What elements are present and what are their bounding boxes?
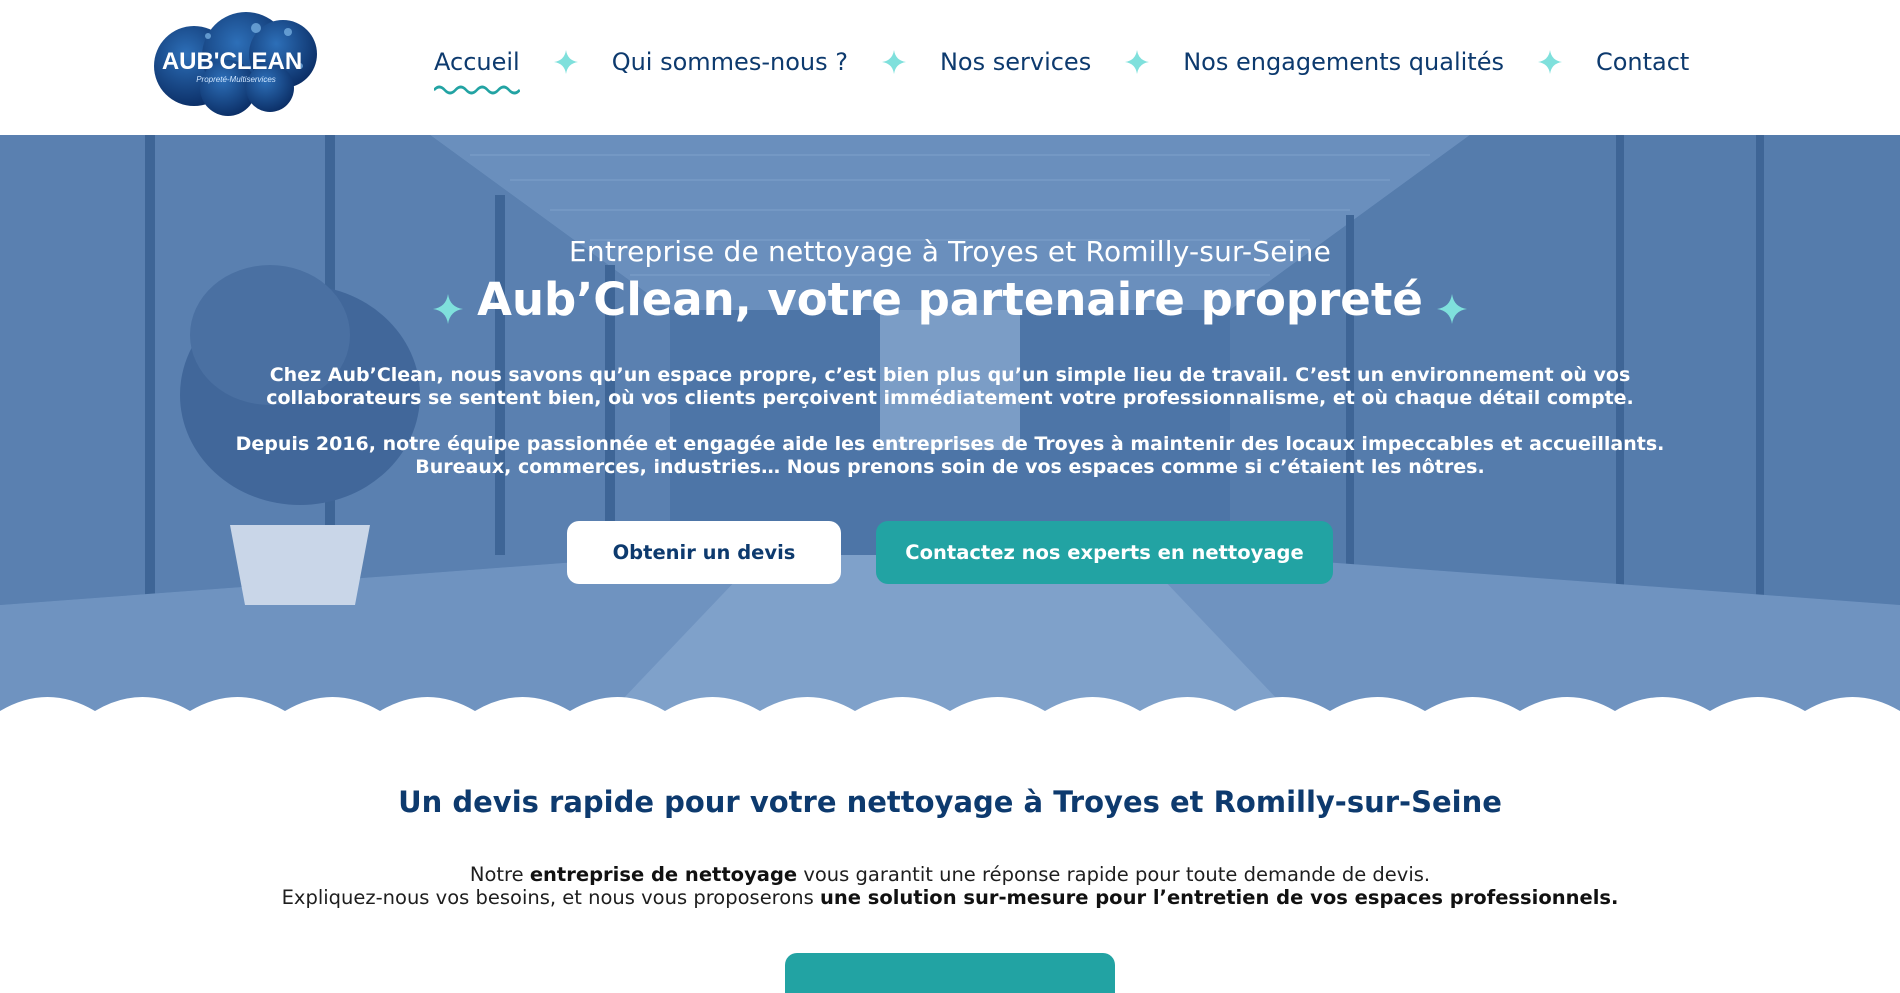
logo-bubbles-icon: AUB'CLEAN Propreté-Multiservices: [154, 12, 317, 116]
quote-text-line-1: Notre entreprise de nettoyage vous garan…: [0, 863, 1900, 886]
nav-item-label: Accueil: [434, 48, 520, 76]
nav-item-label: Nos engagements qualités: [1183, 48, 1504, 76]
quote-section-title: Un devis rapide pour votre nettoyage à T…: [398, 785, 1502, 819]
sparkle-icon: [881, 50, 906, 74]
active-wave-icon: [434, 85, 520, 95]
contact-experts-button[interactable]: Contactez nos experts en nettoyage: [876, 521, 1333, 584]
text-segment: Expliquez-nous vos besoins, et nous vous…: [281, 886, 820, 909]
hero-intro-paragraph: Chez Aub’Clean, nous savons qu’un espace…: [0, 364, 1900, 410]
svg-text:Propreté-Multiservices: Propreté-Multiservices: [196, 75, 276, 84]
nav-item-label: Qui sommes-nous ?: [611, 48, 848, 76]
sparkle-icon: [433, 293, 464, 324]
sparkle-icon: [1125, 50, 1150, 74]
main-nav: Accueil Qui sommes-nous ? Nos services N…: [434, 48, 1689, 95]
nav-item-label: Contact: [1595, 48, 1690, 76]
sparkle-icon: [1436, 293, 1467, 324]
text-emphasis: entreprise de nettoyage: [529, 863, 798, 886]
nav-item-contact[interactable]: Contact: [1596, 48, 1689, 76]
sparkle-icon: [553, 50, 578, 74]
text-emphasis: une solution sur-mesure pour l’entretien…: [819, 886, 1619, 909]
nav-item-label: Nos services: [939, 48, 1092, 76]
quote-cta-button[interactable]: [785, 953, 1115, 993]
hero-history-paragraph: Depuis 2016, notre équipe passionnée et …: [0, 433, 1900, 479]
hero-section: Entreprise de nettoyage à Troyes et Romi…: [0, 135, 1900, 723]
aubclean-logo[interactable]: AUB'CLEAN Propreté-Multiservices: [148, 6, 320, 118]
text-segment: Notre: [469, 863, 530, 886]
hero-wave-divider: [0, 697, 1900, 723]
office-hallway-background-image: [0, 135, 1900, 723]
quote-text-line-2: Expliquez-nous vos besoins, et nous vous…: [0, 886, 1900, 909]
nav-item-nos-services[interactable]: Nos services: [940, 48, 1091, 76]
site-header: AUB'CLEAN Propreté-Multiservices Accueil…: [0, 0, 1900, 135]
quote-section: Un devis rapide pour votre nettoyage à T…: [0, 723, 1900, 993]
nav-item-engagements[interactable]: Nos engagements qualités: [1183, 48, 1504, 76]
hero-intro-line: collaborateurs se sentent bien, où vos c…: [266, 387, 1634, 409]
text-segment: vous garantit une réponse rapide pour to…: [797, 863, 1431, 886]
hero-subtitle: Entreprise de nettoyage à Troyes et Romi…: [568, 235, 1331, 268]
hero-title: Aub’Clean, votre partenaire propreté: [477, 273, 1423, 326]
hero-history-line: Depuis 2016, notre équipe passionnée et …: [235, 433, 1665, 455]
sparkle-icon: [1537, 50, 1562, 74]
get-quote-button[interactable]: Obtenir un devis: [567, 521, 841, 584]
hero-intro-line: Chez Aub’Clean, nous savons qu’un espace…: [269, 364, 1631, 386]
quote-section-text: Notre entreprise de nettoyage vous garan…: [0, 863, 1900, 909]
hero-history-line: Bureaux, commerces, industries… Nous pre…: [415, 456, 1485, 478]
nav-item-qui-sommes-nous[interactable]: Qui sommes-nous ?: [612, 48, 848, 76]
nav-item-accueil[interactable]: Accueil: [434, 48, 520, 95]
hero-title-row: Aub’Clean, votre partenaire propreté: [0, 273, 1900, 326]
svg-text:AUB'CLEAN: AUB'CLEAN: [162, 48, 302, 75]
